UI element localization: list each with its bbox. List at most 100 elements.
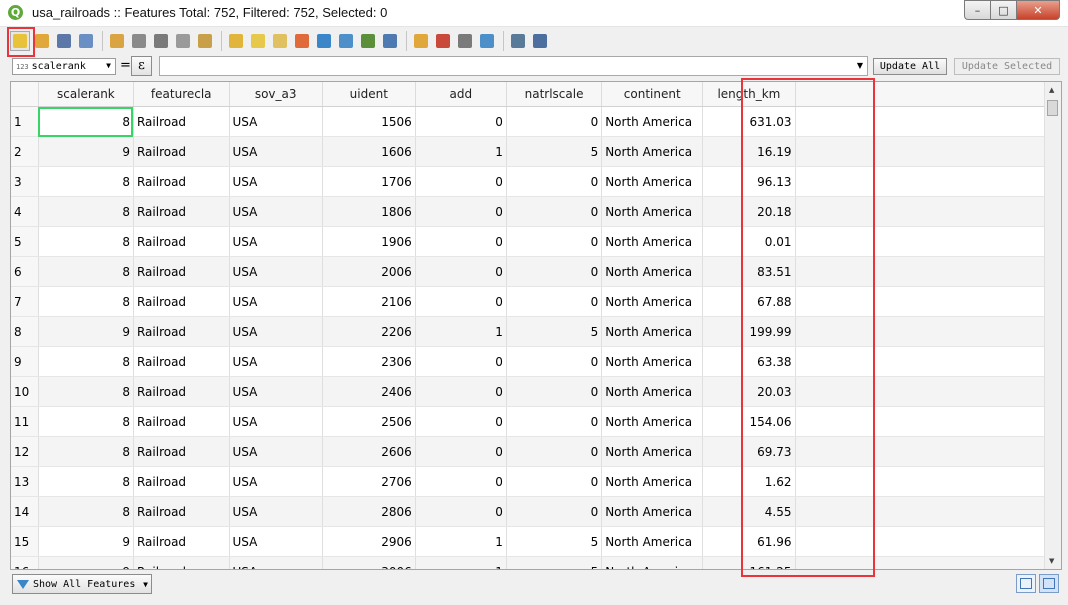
invert-selection-button[interactable]	[270, 31, 290, 51]
cell-continent[interactable]: North America	[601, 316, 704, 347]
cell-sov-a3[interactable]: USA	[229, 136, 323, 167]
table-row[interactable]: 8 9 Railroad USA 2206 1 5 North America 199.99	[11, 316, 1061, 347]
cell-featurecla[interactable]: Railroad	[133, 136, 230, 167]
cut-button[interactable]	[151, 31, 171, 51]
cell-length-km[interactable]: 154.06	[702, 406, 796, 437]
cell-natrlscale[interactable]: 0	[506, 406, 603, 437]
pencil-toggle-edit-button[interactable]	[7, 27, 35, 57]
minimize-button[interactable]: –	[964, 0, 991, 20]
cell-continent[interactable]: North America	[601, 106, 704, 137]
cell-sov-a3[interactable]: USA	[229, 286, 323, 317]
cell-sov-a3[interactable]: USA	[229, 316, 323, 347]
cell-natrlscale[interactable]: 0	[506, 226, 603, 257]
cell-sov-a3[interactable]: USA	[229, 196, 323, 227]
dock-button[interactable]	[508, 31, 528, 51]
vertical-scrollbar[interactable]: ▲ ▼	[1044, 82, 1061, 569]
cell-sov-a3[interactable]: USA	[229, 226, 323, 257]
cell-add[interactable]: 0	[415, 106, 507, 137]
cell-scalerank[interactable]: 8	[38, 346, 134, 377]
table-row[interactable]: 6 8 Railroad USA 2006 0 0 North America 83.51	[11, 256, 1061, 287]
expression-button[interactable]: ε	[131, 56, 152, 76]
cell-natrlscale[interactable]: 0	[506, 436, 603, 467]
cell-sov-a3[interactable]: USA	[229, 376, 323, 407]
corner-header[interactable]	[11, 82, 39, 107]
cell-natrlscale[interactable]: 0	[506, 196, 603, 227]
cell-continent[interactable]: North America	[601, 196, 704, 227]
cell-natrlscale[interactable]: 0	[506, 256, 603, 287]
cell-add[interactable]: 0	[415, 286, 507, 317]
table-row[interactable]: 10 8 Railroad USA 2406 0 0 North America 20.03	[11, 376, 1061, 407]
cell-natrlscale[interactable]: 0	[506, 376, 603, 407]
cell-scalerank[interactable]: 8	[38, 166, 134, 197]
cell-featurecla[interactable]: Railroad	[133, 556, 230, 569]
cell-sov-a3[interactable]: USA	[229, 406, 323, 437]
cell-length-km[interactable]: 0.01	[702, 226, 796, 257]
cell-scalerank[interactable]: 8	[38, 256, 134, 287]
cell-scalerank[interactable]: 8	[38, 286, 134, 317]
cell-continent[interactable]: North America	[601, 436, 704, 467]
table-row[interactable]: 11 8 Railroad USA 2506 0 0 North America 154.06	[11, 406, 1061, 437]
cell-sov-a3[interactable]: USA	[229, 256, 323, 287]
cell-add[interactable]: 0	[415, 256, 507, 287]
row-number[interactable]: 14	[11, 496, 39, 527]
table-row[interactable]: 169RailroadUSA300615North America161.25	[11, 556, 1061, 569]
cell-length-km[interactable]: 4.55	[702, 496, 796, 527]
cell-uident[interactable]: 2306	[322, 346, 416, 377]
cell-continent[interactable]: North America	[601, 556, 704, 569]
cell-continent[interactable]: North America	[601, 136, 704, 167]
column-header-natrlscale[interactable]: natrlscale	[506, 82, 603, 107]
column-header-featurecla[interactable]: featurecla	[133, 82, 230, 107]
table-row[interactable]: 3 8 Railroad USA 1706 0 0 North America 96.13	[11, 166, 1061, 197]
row-number[interactable]: 2	[11, 136, 39, 167]
cell-uident[interactable]: 1506	[322, 106, 416, 137]
cell-length-km[interactable]: 1.62	[702, 466, 796, 497]
row-number[interactable]: 12	[11, 436, 39, 467]
cell-continent[interactable]: North America	[601, 166, 704, 197]
cell-add[interactable]: 1	[415, 526, 507, 557]
cell-length-km[interactable]: 63.38	[702, 346, 796, 377]
cell-length-km[interactable]: 161.25	[702, 556, 796, 569]
cell-add[interactable]: 0	[415, 406, 507, 437]
scroll-thumb[interactable]	[1047, 100, 1058, 116]
cell-uident[interactable]: 2006	[322, 256, 416, 287]
cell-add[interactable]: 1	[415, 316, 507, 347]
cell-featurecla[interactable]: Railroad	[133, 466, 230, 497]
cell-sov-a3[interactable]: USA	[229, 556, 323, 569]
row-number[interactable]: 9	[11, 346, 39, 377]
save-edits-button[interactable]	[54, 31, 74, 51]
table-row[interactable]: 5 8 Railroad USA 1906 0 0 North America 0.01	[11, 226, 1061, 257]
cell-natrlscale[interactable]: 0	[506, 106, 603, 137]
cell-length-km[interactable]: 67.88	[702, 286, 796, 317]
row-number[interactable]: 7	[11, 286, 39, 317]
cell-featurecla[interactable]: Railroad	[133, 196, 230, 227]
cell-length-km[interactable]: 96.13	[702, 166, 796, 197]
close-button[interactable]: ✕	[1017, 0, 1060, 20]
scroll-up-icon[interactable]: ▲	[1049, 86, 1054, 94]
cell-scalerank[interactable]: 8	[38, 436, 134, 467]
row-number[interactable]: 4	[11, 196, 39, 227]
cell-length-km[interactable]: 16.19	[702, 136, 796, 167]
cell-uident[interactable]: 2906	[322, 526, 416, 557]
cell-sov-a3[interactable]: USA	[229, 526, 323, 557]
cell-continent[interactable]: North America	[601, 496, 704, 527]
cell-natrlscale[interactable]: 5	[506, 556, 603, 569]
column-header-continent[interactable]: continent	[601, 82, 704, 107]
cell-length-km[interactable]: 199.99	[702, 316, 796, 347]
table-row[interactable]: 4 8 Railroad USA 1806 0 0 North America 20.18	[11, 196, 1061, 227]
cell-natrlscale[interactable]: 0	[506, 166, 603, 197]
table-row[interactable]: 9 8 Railroad USA 2306 0 0 North America 63.38	[11, 346, 1061, 377]
scroll-down-icon[interactable]: ▼	[1049, 557, 1054, 565]
row-number[interactable]: 15	[11, 526, 39, 557]
cell-add[interactable]: 0	[415, 346, 507, 377]
table-row[interactable]: 7 8 Railroad USA 2106 0 0 North America 67.88	[11, 286, 1061, 317]
cell-natrlscale[interactable]: 5	[506, 136, 603, 167]
cell-uident[interactable]: 1906	[322, 226, 416, 257]
cell-featurecla[interactable]: Railroad	[133, 166, 230, 197]
pan-to-selection-button[interactable]	[358, 31, 378, 51]
cell-natrlscale[interactable]: 0	[506, 466, 603, 497]
table-row[interactable]: 12 8 Railroad USA 2606 0 0 North America 69.73	[11, 436, 1061, 467]
cell-continent[interactable]: North America	[601, 226, 704, 257]
cell-continent[interactable]: North America	[601, 526, 704, 557]
field-select[interactable]: 123 scalerank ▼	[12, 58, 116, 75]
cell-scalerank[interactable]: 8	[38, 196, 134, 227]
